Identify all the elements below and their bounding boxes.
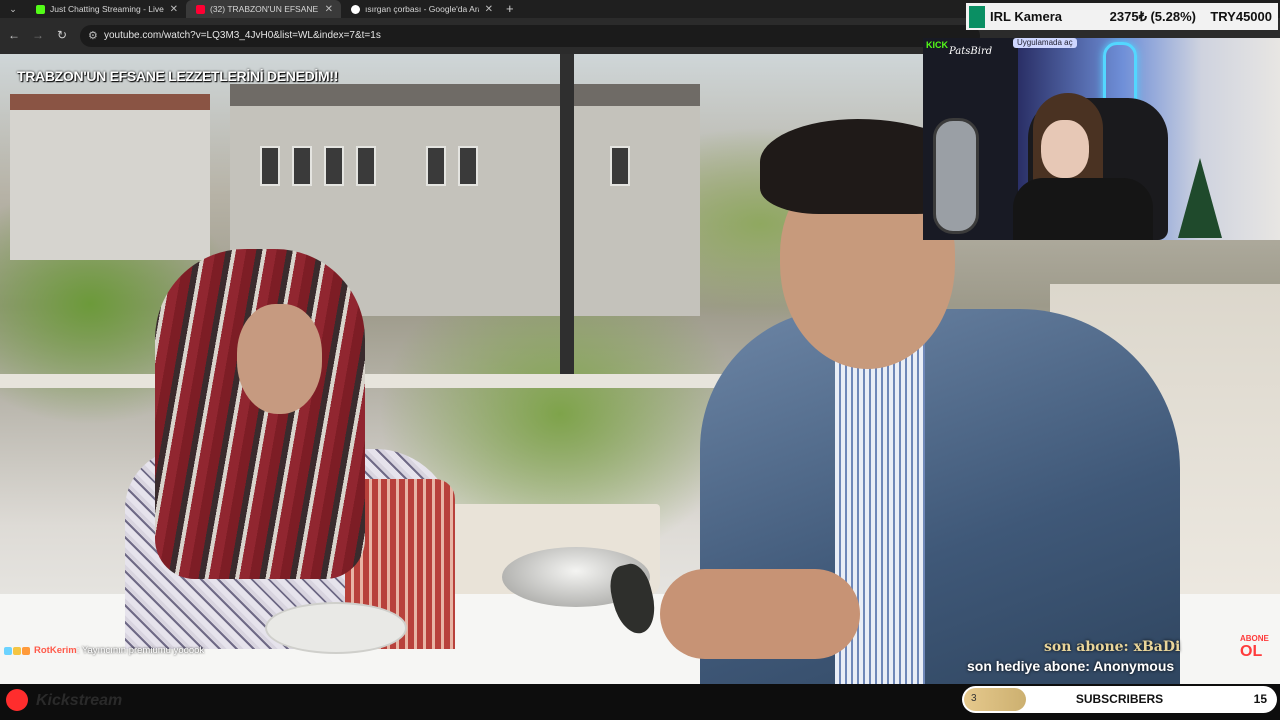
chat-badges — [4, 646, 31, 655]
subscribe-badge: ABONE OL — [1240, 634, 1269, 661]
url-text: youtube.com/watch?v=LQ3M3_4JvH0&list=WL&… — [104, 30, 381, 41]
subscriber-goal-bar: 3 SUBSCRIBERS 15 — [962, 686, 1277, 713]
close-tab-icon[interactable]: ✕ — [485, 4, 493, 15]
ticker-price: 2375₺ (5.28%) — [1109, 8, 1196, 24]
abone-label: ABONE — [1240, 634, 1269, 643]
subscriber-label: SUBSCRIBERS — [1075, 692, 1164, 706]
tab-youtube-video[interactable]: (32) TRABZON'UN EFSANE LEZ ✕ — [186, 0, 341, 18]
pole — [560, 54, 574, 384]
ticker-name: IRL Kamera — [990, 9, 1063, 24]
guitar — [933, 118, 979, 234]
plate — [265, 602, 407, 654]
chat-username: RotKerim — [34, 645, 77, 656]
last-subscriber: son abone: xBaDi — [1044, 639, 1181, 655]
stream-ticker: IRL Kamera 2375₺ (5.28%) TRY45000 — [966, 3, 1278, 30]
streamer-brand: PatsBird — [949, 46, 993, 57]
youtube-favicon-icon — [196, 4, 205, 14]
tab-title: (32) TRABZON'UN EFSANE LEZ — [210, 4, 319, 14]
streamer-face — [1041, 120, 1089, 178]
chat-text: : Yayıncının premiumu yooook — [76, 645, 205, 656]
christmas-tree — [1178, 158, 1222, 238]
background-house-left — [10, 94, 210, 260]
forward-icon[interactable]: → — [30, 28, 46, 42]
badge-icon — [13, 646, 21, 655]
badge-icon — [4, 646, 12, 655]
close-tab-icon[interactable]: ✕ — [170, 4, 178, 15]
woman-figure — [125, 249, 455, 649]
address-bar[interactable]: ⚙ youtube.com/watch?v=LQ3M3_4JvH0&list=W… — [80, 25, 980, 47]
site-info-icon[interactable]: ⚙ — [88, 29, 98, 42]
channel-logo-icon — [6, 689, 28, 711]
google-favicon-icon — [351, 4, 360, 14]
new-tab-icon[interactable]: + — [506, 1, 514, 16]
abone-big: OL — [1240, 643, 1263, 660]
video-title: TRABZON'UN EFSANE LEZZETLERİNİ DENEDİM!! — [17, 68, 339, 84]
reload-icon[interactable]: ↻ — [54, 28, 70, 42]
tab-search-icon[interactable]: ⌄ — [6, 2, 20, 16]
streamer-webcam: Uygulamada aç KICK PatsBird — [923, 38, 1280, 240]
channel-logo-text: Kickstream — [36, 692, 123, 709]
subscriber-goal: 15 — [1253, 692, 1267, 706]
close-tab-icon[interactable]: ✕ — [325, 4, 333, 15]
tab-kick-stream[interactable]: Just Chatting Streaming - Live S ✕ — [26, 0, 186, 18]
open-in-app-hint: Uygulamada aç — [1013, 38, 1077, 48]
kick-favicon-icon — [36, 4, 45, 14]
last-gift-sub: son hediye abone: Anonymous — [967, 658, 1175, 674]
ticker-mark-icon — [969, 5, 985, 28]
tab-google-search[interactable]: ısırgan çorbası - Google'da Ara ✕ — [341, 0, 501, 18]
badge-icon — [22, 646, 30, 655]
tab-title: ısırgan çorbası - Google'da Ara — [365, 4, 479, 14]
ticker-code: TRY45000 — [1210, 9, 1272, 24]
tab-title: Just Chatting Streaming - Live S — [50, 4, 164, 14]
chat-message: RotKerim : Yayıncının premiumu yooook — [4, 645, 204, 656]
back-icon[interactable]: ← — [6, 28, 22, 42]
kick-logo: KICK — [926, 40, 948, 50]
